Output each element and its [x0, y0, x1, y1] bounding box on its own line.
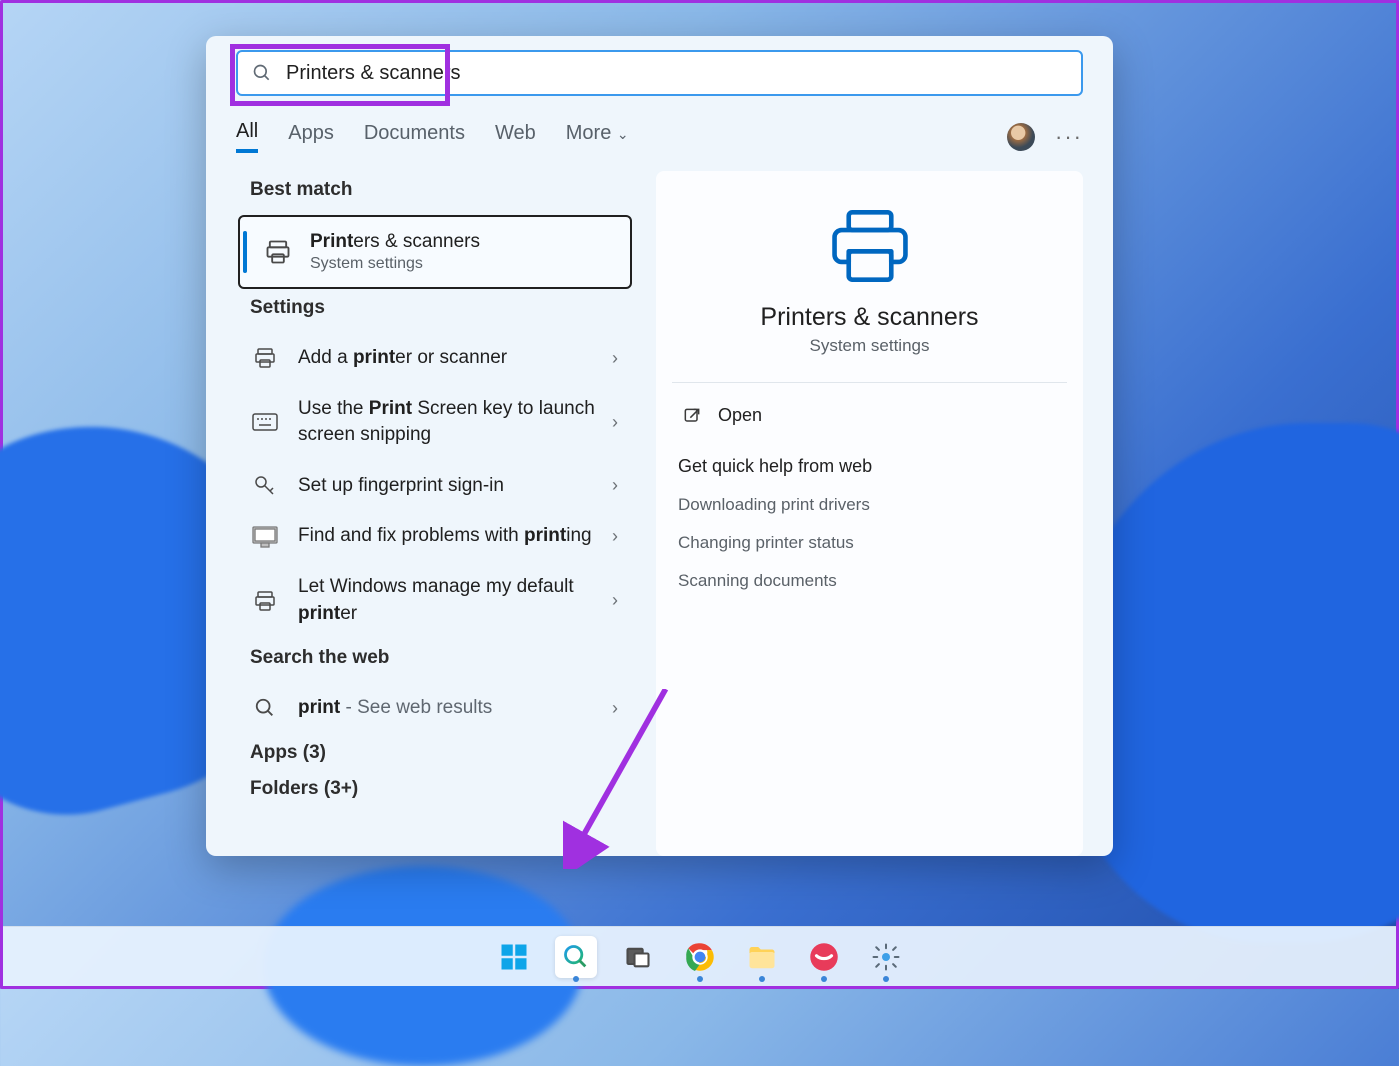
troubleshoot-icon: [252, 524, 278, 550]
filter-tabs: All Apps Documents Web More ⌄ ···: [236, 120, 1083, 153]
chevron-right-icon: ›: [612, 588, 618, 613]
search-icon: [252, 695, 278, 721]
chevron-down-icon: ⌄: [617, 126, 629, 142]
help-link[interactable]: Downloading print drivers: [678, 495, 1061, 515]
printer-icon: [252, 345, 278, 371]
search-icon: [252, 63, 272, 83]
open-icon: [682, 406, 702, 426]
quick-help-heading: Get quick help from web: [678, 456, 1061, 477]
best-match-title: Printers & scanners: [310, 231, 480, 253]
web-result-label: print - See web results: [298, 695, 612, 722]
settings-result-label: Find and fix problems with printing: [298, 523, 612, 550]
search-web-heading: Search the web: [250, 647, 620, 669]
taskbar-settings-button[interactable]: [865, 936, 907, 978]
taskbar-app-button[interactable]: [803, 936, 845, 978]
settings-result-label: Add a printer or scanner: [298, 345, 612, 372]
folders-heading[interactable]: Folders (3+): [250, 778, 620, 800]
settings-result-label: Set up fingerprint sign-in: [298, 473, 612, 500]
printer-icon: [252, 588, 278, 614]
key-icon: [252, 473, 278, 499]
help-link[interactable]: Changing printer status: [678, 533, 1061, 553]
settings-result[interactable]: Use the Print Screen key to launch scree…: [236, 384, 634, 461]
settings-result-label: Use the Print Screen key to launch scree…: [298, 396, 612, 449]
preview-subtitle: System settings: [678, 336, 1061, 356]
taskbar-explorer-button[interactable]: [741, 936, 783, 978]
web-result[interactable]: print - See web results ›: [236, 683, 634, 734]
tab-all[interactable]: All: [236, 120, 258, 153]
chevron-right-icon: ›: [612, 696, 618, 721]
taskbar-search-button[interactable]: [555, 936, 597, 978]
more-options-button[interactable]: ···: [1055, 124, 1083, 150]
taskbar-chrome-button[interactable]: [679, 936, 721, 978]
tab-apps[interactable]: Apps: [288, 122, 334, 151]
search-window: All Apps Documents Web More ⌄ ··· Best m…: [206, 36, 1113, 856]
best-match-heading: Best match: [250, 179, 620, 201]
help-link[interactable]: Scanning documents: [678, 571, 1061, 591]
tab-more[interactable]: More ⌄: [566, 122, 629, 151]
start-button[interactable]: [493, 936, 535, 978]
preview-title: Printers & scanners: [678, 303, 1061, 332]
taskbar-taskview-button[interactable]: [617, 936, 659, 978]
settings-result[interactable]: Let Windows manage my default printer›: [236, 562, 634, 639]
preview-panel: Printers & scanners System settings Open…: [656, 171, 1083, 856]
tab-web[interactable]: Web: [495, 122, 536, 151]
best-match-result[interactable]: Printers & scanners System settings: [238, 215, 632, 289]
results-column: Best match Printers & scanners System se…: [236, 171, 634, 856]
search-bar[interactable]: [236, 50, 1083, 96]
chevron-right-icon: ›: [612, 473, 618, 498]
printer-icon: [827, 207, 913, 285]
user-avatar[interactable]: [1007, 123, 1035, 151]
divider: [672, 382, 1067, 383]
settings-heading: Settings: [250, 297, 620, 319]
open-action[interactable]: Open: [678, 397, 1061, 434]
search-input[interactable]: [286, 62, 1067, 85]
chevron-right-icon: ›: [612, 410, 618, 435]
chevron-right-icon: ›: [612, 524, 618, 549]
open-label: Open: [718, 405, 762, 426]
tab-documents[interactable]: Documents: [364, 122, 465, 151]
apps-heading[interactable]: Apps (3): [250, 742, 620, 764]
settings-result-label: Let Windows manage my default printer: [298, 574, 612, 627]
settings-result[interactable]: Find and fix problems with printing›: [236, 511, 634, 562]
best-match-subtitle: System settings: [310, 255, 480, 273]
printer-icon: [264, 238, 292, 266]
settings-result[interactable]: Add a printer or scanner›: [236, 333, 634, 384]
settings-result[interactable]: Set up fingerprint sign-in›: [236, 461, 634, 512]
chevron-right-icon: ›: [612, 346, 618, 371]
taskbar: [3, 926, 1396, 986]
keyboard-icon: [252, 409, 278, 435]
